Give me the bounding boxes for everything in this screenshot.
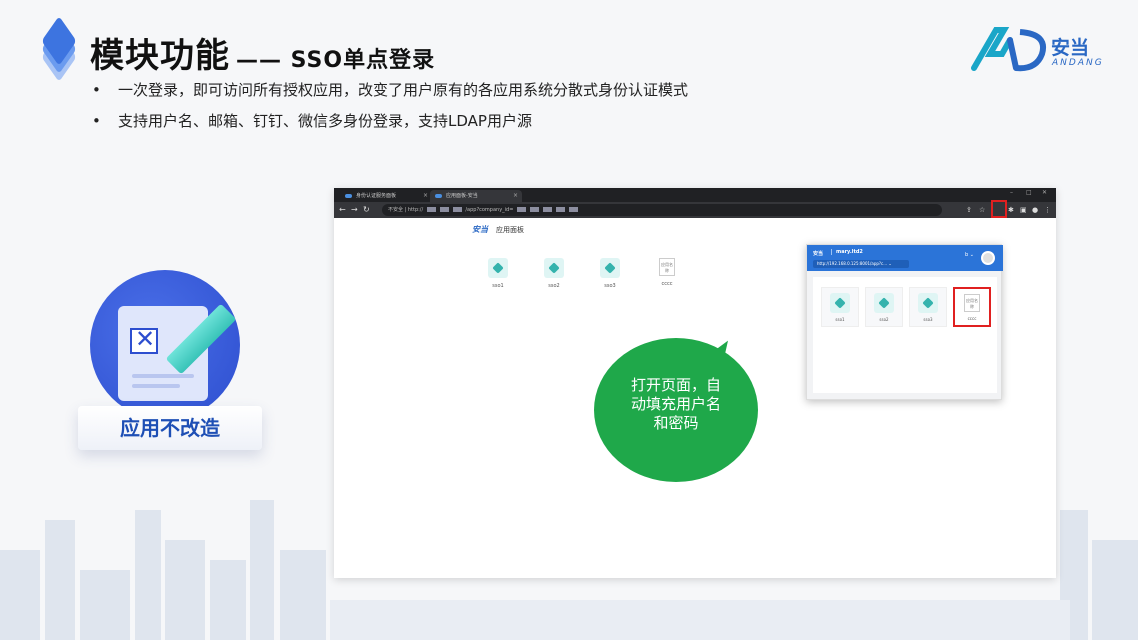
app-name: sso2: [548, 283, 560, 289]
url-input[interactable]: 不安全 | http:// /app?company_id=: [382, 204, 942, 216]
popup-app-list: sso1 sso2 sso3 应用名称 cccc: [813, 277, 997, 393]
bullet-text: 支持用户名、邮箱、钉钉、微信多身份登录，支持LDAP用户源: [118, 112, 532, 130]
share-icon[interactable]: ⇪: [966, 205, 972, 215]
callout-line: 和密码: [653, 414, 699, 432]
minimize-icon[interactable]: –: [1010, 189, 1013, 196]
callout-line: 动填充用户名: [630, 395, 721, 413]
tab-favicon-icon: [345, 194, 352, 198]
feature-bullets: • 一次登录，即可访问所有授权应用，改变了用户原有的各应用系统分散式身份认证模式 …: [92, 80, 688, 142]
page-logo: 安当: [472, 225, 488, 234]
slide-title: 模块功能 —— SSO单点登录: [90, 28, 435, 77]
sso-extension-button[interactable]: [991, 200, 1007, 218]
brand-name-en: ANDANG: [1052, 58, 1104, 68]
popup-app-sso2[interactable]: sso2: [865, 287, 903, 327]
cube-icon: [830, 293, 850, 313]
avatar[interactable]: [981, 251, 995, 265]
window-close-icon[interactable]: ✕: [1042, 189, 1047, 196]
popup-logo: 安当: [813, 251, 824, 257]
popup-url-select[interactable]: http://192.168.0.125:8001/app?c... ⌄: [813, 260, 909, 268]
popup-app-cccc[interactable]: 应用名称 cccc: [953, 287, 991, 327]
tab-label: 身份认证服务面板: [356, 193, 397, 199]
extensions-icon[interactable]: ✱: [1008, 205, 1014, 215]
slide-title-text: 模块功能: [90, 36, 230, 76]
url-path: /app?company_id=: [465, 207, 514, 213]
tile-icon: 应用名称: [659, 258, 675, 276]
popup-username: mary.ltd2: [831, 249, 863, 255]
app-name: sso1: [492, 283, 504, 289]
cube-icon: [918, 293, 938, 313]
address-bar: ← → ↻ 不安全 | http:// /app?company_id= ⇪ ☆…: [334, 202, 1056, 218]
tab-label: 应用面板-安当: [446, 193, 478, 199]
brand-name: 安当: [1051, 37, 1090, 59]
illustration-label: 应用不改造: [78, 406, 262, 450]
back-icon[interactable]: ←: [339, 204, 346, 216]
x-mark-icon: ✕: [134, 325, 156, 353]
callout-text: 打开页面，自 动填充用户名 和密码: [624, 376, 728, 433]
app-name: sso3: [604, 283, 616, 289]
popup-user-badge[interactable]: b ⌄: [965, 252, 974, 258]
popup-app-sso3[interactable]: sso3: [909, 287, 947, 327]
tile-icon: 应用名称: [964, 294, 980, 312]
forward-icon[interactable]: →: [351, 204, 358, 216]
tab-bar: 身份认证服务面板 × 应用面板-安当 × – □ ✕: [334, 188, 1056, 202]
callout-line: 打开页面，自: [630, 376, 721, 394]
app-name: sso3: [923, 317, 933, 322]
bullet-marker: •: [92, 112, 101, 130]
layers-logo-icon: [38, 16, 82, 82]
reload-icon[interactable]: ↻: [363, 204, 370, 216]
slide-subtitle: —— SSO单点登录: [236, 48, 436, 73]
cube-icon: [544, 258, 564, 278]
cube-icon: [600, 258, 620, 278]
menu-icon[interactable]: ⋮: [1044, 205, 1051, 215]
page-title: 应用面板: [496, 226, 524, 234]
app-no-modification-illustration: ✕ 应用不改造: [78, 270, 268, 455]
app-sso1[interactable]: sso1: [485, 258, 511, 289]
popup-app-sso1[interactable]: sso1: [821, 287, 859, 327]
bullet-item: • 一次登录，即可访问所有授权应用，改变了用户原有的各应用系统分散式身份认证模式: [92, 80, 688, 100]
bullet-marker: •: [92, 81, 101, 99]
bookmark-star-icon[interactable]: ☆: [979, 205, 985, 215]
cube-icon: [488, 258, 508, 278]
sso-extension-popup: 安当 mary.ltd2 http://192.168.0.125:8001/a…: [806, 244, 1003, 400]
popup-url-text: http://192.168.0.125:8001/app?c...: [817, 261, 888, 266]
app-name: sso1: [835, 317, 845, 322]
close-icon[interactable]: ×: [513, 190, 518, 202]
bullet-item: • 支持用户名、邮箱、钉钉、微信多身份登录，支持LDAP用户源: [92, 111, 688, 131]
app-name: cccc: [967, 316, 977, 321]
tab-app-panel[interactable]: 应用面板-安当 ×: [430, 190, 522, 202]
profile-icon[interactable]: ●: [1032, 205, 1038, 215]
close-icon[interactable]: ×: [423, 190, 428, 202]
app-name: cccc: [661, 281, 673, 287]
tab-auth-panel[interactable]: 身份认证服务面板 ×: [340, 190, 432, 202]
andang-brand-logo: 安当 ANDANG: [970, 24, 1102, 74]
popup-header: 安当 mary.ltd2 http://192.168.0.125:8001/a…: [807, 245, 1003, 271]
app-sso3[interactable]: sso3: [597, 258, 623, 289]
app-name: sso2: [879, 317, 889, 322]
andang-logo-icon: [971, 27, 1046, 72]
cube-icon: [874, 293, 894, 313]
app-sso2[interactable]: sso2: [541, 258, 567, 289]
url-prefix: 不安全 | http://: [388, 207, 424, 213]
maximize-icon[interactable]: □: [1026, 189, 1032, 196]
app-cccc[interactable]: 应用名称 cccc: [654, 258, 680, 287]
bullet-text: 一次登录，即可访问所有授权应用，改变了用户原有的各应用系统分散式身份认证模式: [118, 81, 689, 99]
sidebar-icon[interactable]: ▣: [1020, 205, 1027, 215]
tab-favicon-icon: [435, 194, 442, 198]
page-header: 安当 应用面板: [472, 224, 524, 235]
